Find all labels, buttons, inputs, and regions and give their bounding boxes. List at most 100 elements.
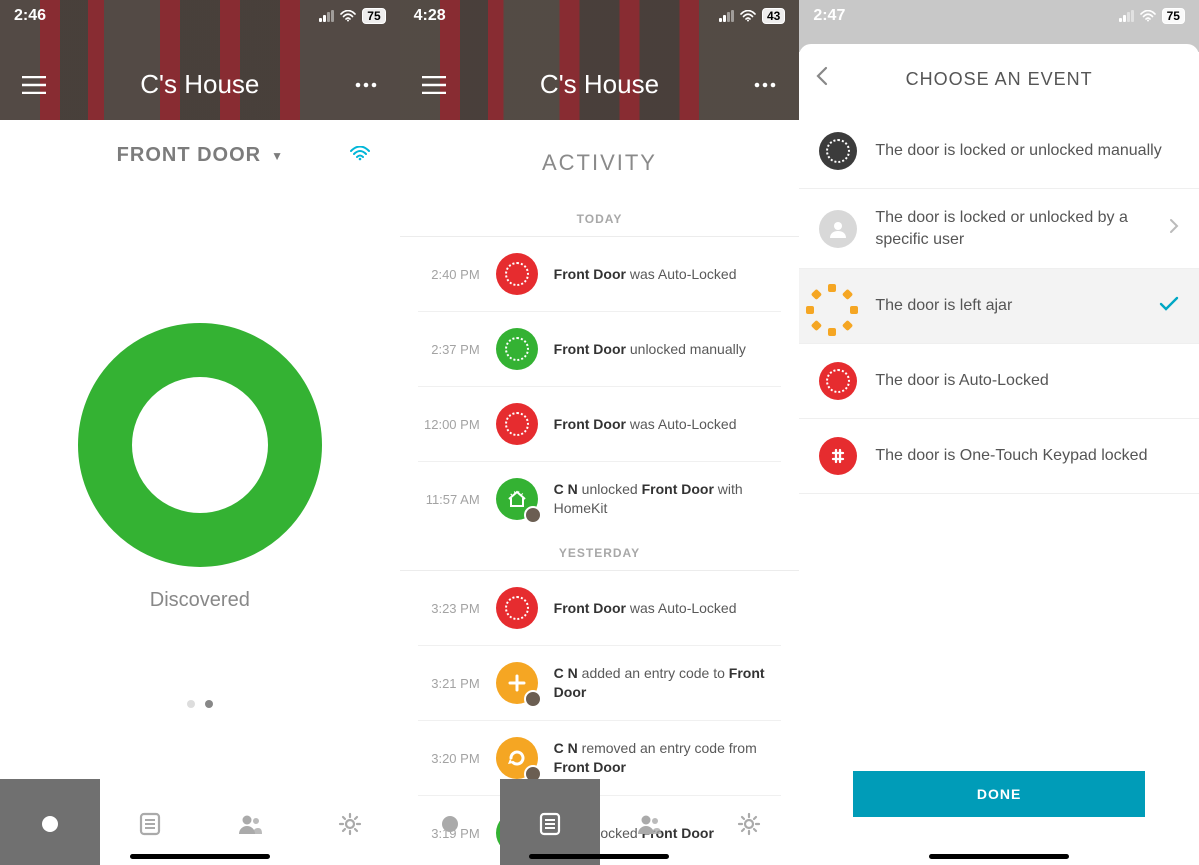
- lock-manual-icon: [819, 132, 857, 170]
- activity-description: Front Door was Auto-Locked: [554, 599, 737, 618]
- status-right: 43: [719, 8, 785, 24]
- tab-bar: [0, 779, 400, 865]
- sheet-title: CHOOSE AN EVENT: [906, 69, 1093, 90]
- battery-level: 75: [362, 8, 385, 24]
- activity-time: 3:20 PM: [418, 751, 480, 766]
- user-avatar-icon: [524, 690, 542, 708]
- door-selector[interactable]: FRONT DOOR ▼: [0, 120, 400, 173]
- activity-icon: [496, 253, 538, 295]
- activity-icon: [496, 478, 538, 520]
- battery-level: 43: [762, 8, 785, 24]
- screen-choose-event: 2:47 75 CHOOSE AN EVENT The door is lock…: [799, 0, 1199, 865]
- status-time: 2:47: [813, 7, 845, 25]
- tab-guests[interactable]: [600, 779, 700, 865]
- activity-row[interactable]: 3:21 PM C N added an entry code to Front …: [418, 646, 782, 721]
- status-time: 4:28: [414, 7, 446, 25]
- status-right: 75: [319, 8, 385, 24]
- activity-description: C N removed an entry code from Front Doo…: [554, 739, 782, 777]
- sheet: CHOOSE AN EVENT The door is locked or un…: [799, 44, 1199, 857]
- tab-settings[interactable]: [300, 779, 400, 865]
- dropdown-caret-icon: ▼: [271, 149, 283, 163]
- event-option-label: The door is locked or unlocked manually: [875, 140, 1179, 162]
- event-option[interactable]: The door is left ajar: [799, 269, 1199, 344]
- done-button[interactable]: DONE: [853, 771, 1145, 817]
- chevron-right-icon: [1169, 218, 1179, 239]
- more-button[interactable]: [751, 71, 779, 99]
- home-indicator: [130, 854, 270, 859]
- section-header-yesterday: YESTERDAY: [400, 536, 800, 571]
- tab-home[interactable]: [400, 779, 500, 865]
- activity-icon: [496, 737, 538, 779]
- activity-icon: [496, 587, 538, 629]
- back-button[interactable]: [815, 66, 829, 92]
- activity-icon: [496, 662, 538, 704]
- cell-signal-icon: [319, 10, 334, 22]
- event-option[interactable]: The door is One-Touch Keypad locked: [799, 419, 1199, 494]
- ajar-icon: [819, 287, 857, 325]
- tab-home[interactable]: [0, 779, 100, 865]
- event-option-label: The door is Auto-Locked: [875, 370, 1179, 392]
- activity-icon: [496, 403, 538, 445]
- cell-signal-icon: [1119, 10, 1134, 22]
- activity-row[interactable]: 12:00 PM Front Door was Auto-Locked: [418, 387, 782, 462]
- tab-activity[interactable]: [100, 779, 200, 865]
- hero-image: 2:46 75 C's House: [0, 0, 400, 120]
- sheet-header: CHOOSE AN EVENT: [799, 44, 1199, 114]
- activity-time: 12:00 PM: [418, 417, 480, 432]
- event-options: The door is locked or unlocked manually T…: [799, 114, 1199, 494]
- check-icon: [1159, 296, 1179, 317]
- activity-time: 2:40 PM: [418, 267, 480, 282]
- activity-description: Front Door was Auto-Locked: [554, 415, 737, 434]
- event-option[interactable]: The door is locked or unlocked manually: [799, 114, 1199, 189]
- activity-description: C N added an entry code to Front Door: [554, 664, 782, 702]
- hero-image: 4:28 43 C's House: [400, 0, 800, 120]
- section-header-today: TODAY: [400, 202, 800, 237]
- wifi-icon: [1140, 10, 1156, 25]
- house-title[interactable]: C's House: [540, 69, 659, 100]
- event-option-label: The door is left ajar: [875, 295, 1141, 317]
- activity-row[interactable]: 2:37 PMFront Door unlocked manually: [418, 312, 782, 387]
- screen-activity: 4:28 43 C's House ACTIVITY TODAY 2:40 PM…: [400, 0, 800, 865]
- status-bar: 2:46 75: [0, 0, 400, 32]
- activity-description: Front Door was Auto-Locked: [554, 265, 737, 284]
- cell-signal-icon: [719, 10, 734, 22]
- event-option[interactable]: The door is locked or unlocked by a spec…: [799, 189, 1199, 269]
- more-button[interactable]: [352, 71, 380, 99]
- activity-time: 11:57 AM: [418, 492, 480, 507]
- menu-button[interactable]: [420, 71, 448, 99]
- tab-settings[interactable]: [699, 779, 799, 865]
- home-indicator: [529, 854, 669, 859]
- status-right: 75: [1119, 8, 1185, 24]
- keypad-lock-icon: [819, 437, 857, 475]
- status-time: 2:46: [14, 7, 46, 25]
- activity-feed-today: 2:40 PM Front Door was Auto-Locked 2:37 PM…: [400, 237, 800, 536]
- user-avatar-icon: [524, 506, 542, 524]
- lock-status-label: Discovered: [150, 589, 250, 612]
- battery-level: 75: [1162, 8, 1185, 24]
- event-option-label: The door is One-Touch Keypad locked: [875, 445, 1179, 467]
- door-label: FRONT DOOR: [117, 144, 261, 167]
- activity-time: 3:21 PM: [418, 676, 480, 691]
- lock-ring[interactable]: [78, 323, 322, 567]
- activity-description: Front Door unlocked manually: [554, 340, 746, 359]
- event-option[interactable]: The door is Auto-Locked: [799, 344, 1199, 419]
- activity-title: ACTIVITY: [400, 150, 800, 176]
- tab-activity[interactable]: [500, 779, 600, 865]
- activity-row[interactable]: 11:57 AMC N unlocked Front Door with Hom…: [418, 462, 782, 536]
- wifi-icon: [340, 10, 356, 25]
- menu-button[interactable]: [20, 71, 48, 99]
- tab-bar: [400, 779, 800, 865]
- home-indicator: [929, 854, 1069, 859]
- status-bar: 2:47 75: [799, 0, 1199, 32]
- screen-lock-home: 2:46 75 C's House FRONT DOOR ▼: [0, 0, 400, 865]
- activity-row[interactable]: 2:40 PM Front Door was Auto-Locked: [418, 237, 782, 312]
- user-icon: [819, 210, 857, 248]
- event-option-label: The door is locked or unlocked by a spec…: [875, 207, 1151, 250]
- status-bar: 4:28 43: [400, 0, 800, 32]
- tab-guests[interactable]: [200, 779, 300, 865]
- house-title[interactable]: C's House: [140, 69, 259, 100]
- activity-row[interactable]: 3:23 PM Front Door was Auto-Locked: [418, 571, 782, 646]
- wifi-icon: [740, 10, 756, 25]
- activity-time: 3:23 PM: [418, 601, 480, 616]
- activity-icon: [496, 328, 538, 370]
